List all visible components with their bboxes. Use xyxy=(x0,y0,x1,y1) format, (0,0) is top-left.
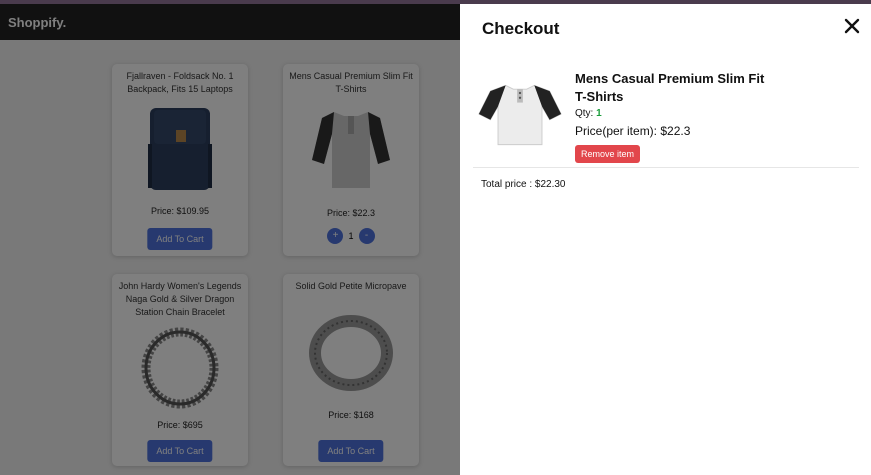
close-icon[interactable] xyxy=(842,16,862,36)
tshirt-thumbnail xyxy=(478,84,562,146)
drawer-title: Checkout xyxy=(482,19,560,38)
cart-item-name: Mens Casual Premium Slim Fit T-Shirts xyxy=(575,71,765,104)
remove-item-button[interactable]: Remove item xyxy=(575,145,641,163)
modal-backdrop[interactable] xyxy=(0,4,460,475)
total-price: Total price : $22.30 xyxy=(481,179,566,190)
qty-value: 1 xyxy=(596,108,602,119)
checkout-drawer: Checkout Mens Casual Premium Slim Fit T-… xyxy=(460,4,871,475)
qty-label: Qty: xyxy=(575,108,594,119)
price-per-item: Price(per item): $22.3 xyxy=(575,124,691,138)
cart-item: Mens Casual Premium Slim Fit T-Shirts Qt… xyxy=(473,66,859,168)
cart-item-qty: Qty: 1 xyxy=(575,108,602,119)
